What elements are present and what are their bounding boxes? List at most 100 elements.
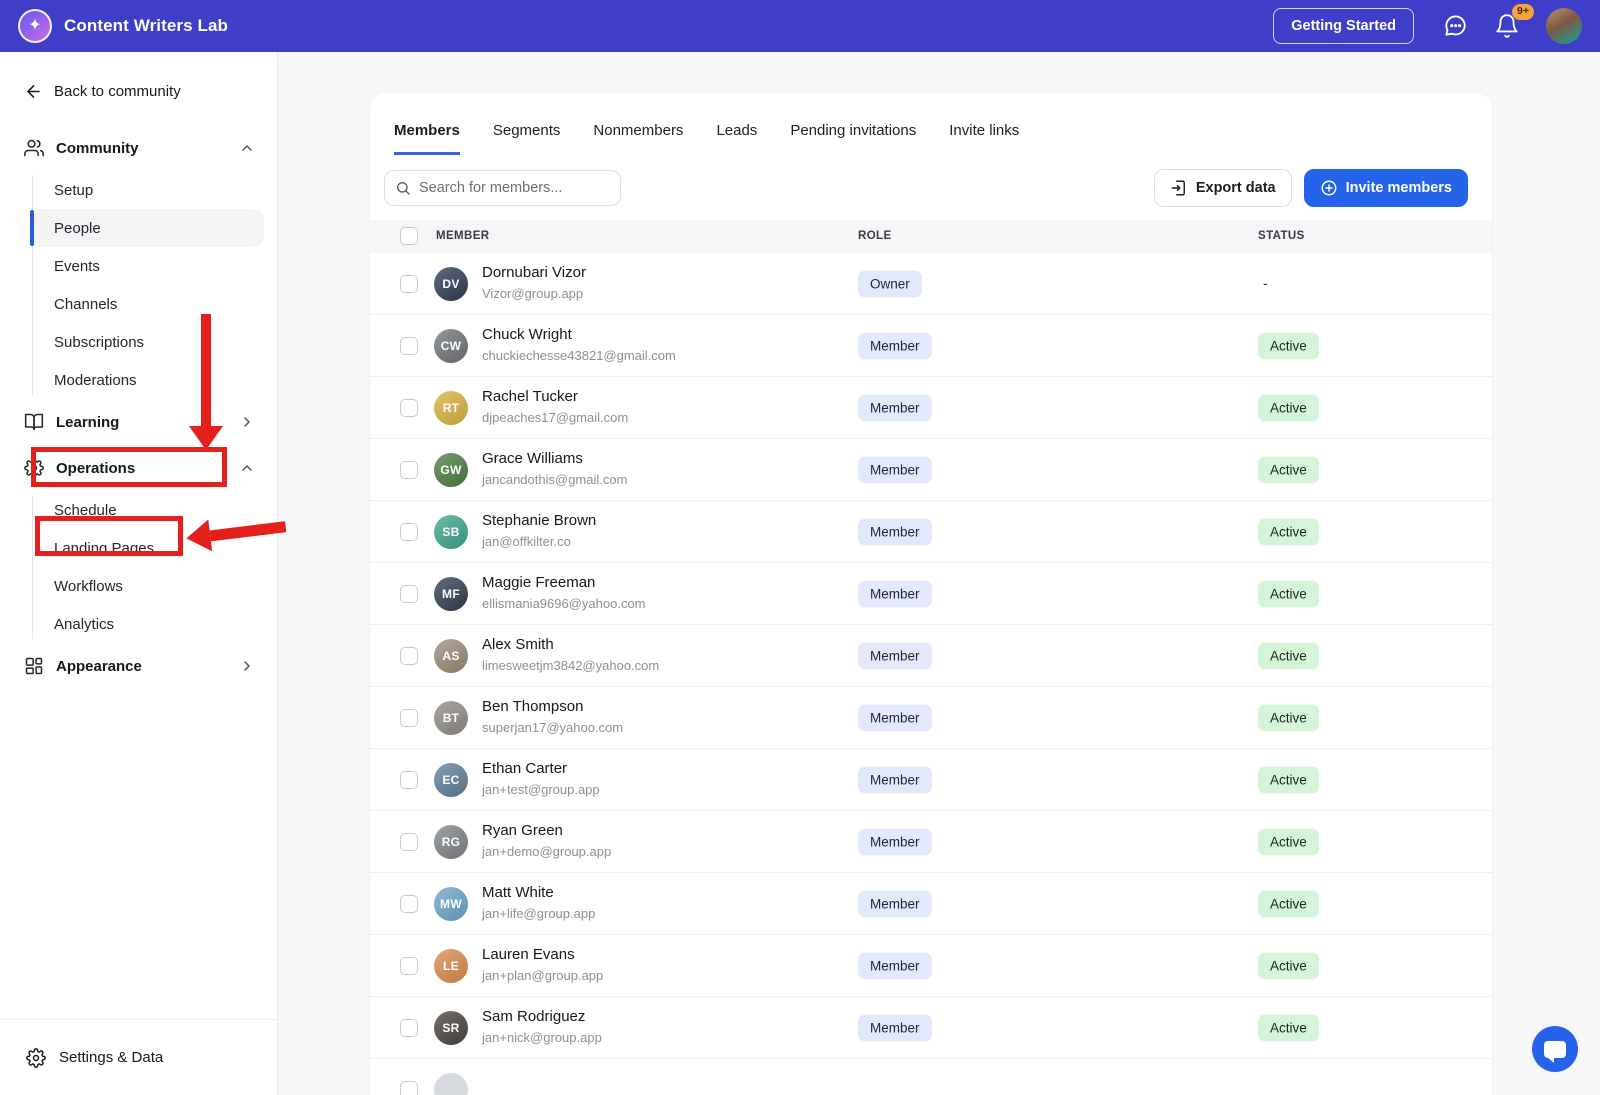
main-content: Members Segments Nonmembers Leads Pending in… [278, 52, 1600, 1095]
sparkle-icon: ✦ [28, 18, 41, 34]
row-checkbox[interactable] [400, 585, 418, 603]
sidebar-item-subscriptions[interactable]: Subscriptions [30, 323, 264, 361]
community-icon [24, 138, 44, 158]
member-email: chuckiechesse43821@gmail.com [482, 348, 676, 363]
row-checkbox[interactable] [400, 275, 418, 293]
row-checkbox[interactable] [400, 833, 418, 851]
table-row[interactable]: MFMaggie Freemanellismania9696@yahoo.com… [370, 563, 1492, 625]
row-checkbox[interactable] [400, 523, 418, 541]
role-badge: Member [858, 766, 932, 793]
role-badge: Member [858, 828, 932, 855]
table-row[interactable]: ASAlex Smithlimesweetjm3842@yahoo.comMem… [370, 625, 1492, 687]
table-row[interactable]: CWChuck Wrightchuckiechesse43821@gmail.c… [370, 315, 1492, 377]
select-all-checkbox[interactable] [400, 227, 418, 245]
role-badge: Member [858, 394, 932, 421]
getting-started-button[interactable]: Getting Started [1273, 8, 1414, 44]
sidebar-item-setup[interactable]: Setup [30, 171, 264, 209]
sidebar-item-workflows[interactable]: Workflows [30, 567, 264, 605]
member-avatar: LE [434, 949, 468, 983]
role-cell: Member [858, 828, 932, 855]
role-cell: Member [858, 890, 932, 917]
community-logo[interactable]: ✦ [18, 9, 52, 43]
table-row[interactable]: ECEthan Carterjan+test@group.appMemberAc… [370, 749, 1492, 811]
notification-badge: 9+ [1512, 4, 1534, 20]
status-cell: Active [1258, 704, 1319, 731]
member-avatar: BT [434, 701, 468, 735]
export-data-button[interactable]: Export data [1154, 169, 1292, 207]
status-badge: Active [1258, 456, 1319, 483]
status-cell: Active [1258, 456, 1319, 483]
tab-leads[interactable]: Leads [716, 113, 757, 155]
sidebar-section-operations[interactable]: Operations [0, 445, 277, 491]
row-checkbox[interactable] [400, 399, 418, 417]
member-avatar [434, 1073, 468, 1095]
sidebar-item-analytics[interactable]: Analytics [30, 605, 264, 643]
invite-members-button[interactable]: Invite members [1304, 169, 1468, 207]
sidebar-item-schedule[interactable]: Schedule [30, 491, 264, 529]
plus-circle-icon [1320, 179, 1338, 197]
status-cell: Active [1258, 828, 1319, 855]
sidebar-item-label: Workflows [54, 578, 123, 595]
table-row[interactable]: GWGrace Williamsjancandothis@gmail.comMe… [370, 439, 1492, 501]
sidebar-item-channels[interactable]: Channels [30, 285, 264, 323]
sidebar-item-label: Landing Pages [54, 540, 154, 557]
notifications-icon[interactable]: 9+ [1494, 13, 1520, 39]
sidebar-section-learning[interactable]: Learning [0, 399, 277, 445]
table-row[interactable]: RGRyan Greenjan+demo@group.appMemberActi… [370, 811, 1492, 873]
member-email: djpeaches17@gmail.com [482, 410, 628, 425]
sidebar-item-people[interactable]: People [30, 209, 264, 247]
member-email: jan+demo@group.app [482, 844, 611, 859]
chat-widget-button[interactable] [1532, 1026, 1578, 1072]
table-row-partial[interactable] [370, 1059, 1492, 1095]
settings-and-data-link[interactable]: Settings & Data [0, 1019, 277, 1095]
learning-icon [24, 412, 44, 432]
table-row[interactable]: MWMatt Whitejan+life@group.appMemberActi… [370, 873, 1492, 935]
member-name: Lauren Evans [482, 946, 575, 963]
tab-segments[interactable]: Segments [493, 113, 561, 155]
sidebar-section-appearance[interactable]: Appearance [0, 643, 277, 689]
member-avatar: MF [434, 577, 468, 611]
status-cell: Active [1258, 766, 1319, 793]
row-checkbox[interactable] [400, 1081, 418, 1095]
status-value: - [1258, 275, 1268, 291]
status-badge: Active [1258, 1014, 1319, 1041]
back-to-community-link[interactable]: Back to community [0, 52, 277, 103]
member-search[interactable] [384, 170, 621, 206]
role-badge: Member [858, 456, 932, 483]
messages-icon[interactable] [1442, 13, 1468, 39]
status-badge: Active [1258, 890, 1319, 917]
tab-members[interactable]: Members [394, 113, 460, 155]
table-row[interactable]: SRSam Rodriguezjan+nick@group.appMemberA… [370, 997, 1492, 1059]
row-checkbox[interactable] [400, 709, 418, 727]
table-header: MEMBER ROLE STATUS [370, 220, 1492, 253]
tab-invite-links[interactable]: Invite links [949, 113, 1019, 155]
sidebar-item-events[interactable]: Events [30, 247, 264, 285]
role-cell: Member [858, 456, 932, 483]
member-avatar: SB [434, 515, 468, 549]
row-checkbox[interactable] [400, 461, 418, 479]
sidebar-item-landing-pages[interactable]: Landing Pages [30, 529, 264, 567]
sidebar-section-community[interactable]: Community [0, 125, 277, 171]
tab-pending-invitations[interactable]: Pending invitations [790, 113, 916, 155]
table-row[interactable]: SBStephanie Brownjan@offkilter.coMemberA… [370, 501, 1492, 563]
row-checkbox[interactable] [400, 895, 418, 913]
row-checkbox[interactable] [400, 957, 418, 975]
sidebar-item-moderations[interactable]: Moderations [30, 361, 264, 399]
role-badge: Member [858, 704, 932, 731]
row-checkbox[interactable] [400, 337, 418, 355]
member-avatar: SR [434, 1011, 468, 1045]
member-email: jan+plan@group.app [482, 968, 603, 983]
table-row[interactable]: LELauren Evansjan+plan@group.appMemberAc… [370, 935, 1492, 997]
table-row[interactable]: DVDornubari VizorVizor@group.appOwner- [370, 253, 1492, 315]
row-checkbox[interactable] [400, 647, 418, 665]
search-input[interactable] [419, 180, 610, 196]
member-name: Ethan Carter [482, 760, 567, 777]
table-row[interactable]: BTBen Thompsonsuperjan17@yahoo.comMember… [370, 687, 1492, 749]
role-cell: Member [858, 518, 932, 545]
tab-nonmembers[interactable]: Nonmembers [593, 113, 683, 155]
row-checkbox[interactable] [400, 1019, 418, 1037]
table-row[interactable]: RTRachel Tuckerdjpeaches17@gmail.comMemb… [370, 377, 1492, 439]
row-checkbox[interactable] [400, 771, 418, 789]
user-avatar[interactable] [1546, 8, 1582, 44]
sidebar: Back to community Community SetupPeopleE… [0, 52, 278, 1095]
